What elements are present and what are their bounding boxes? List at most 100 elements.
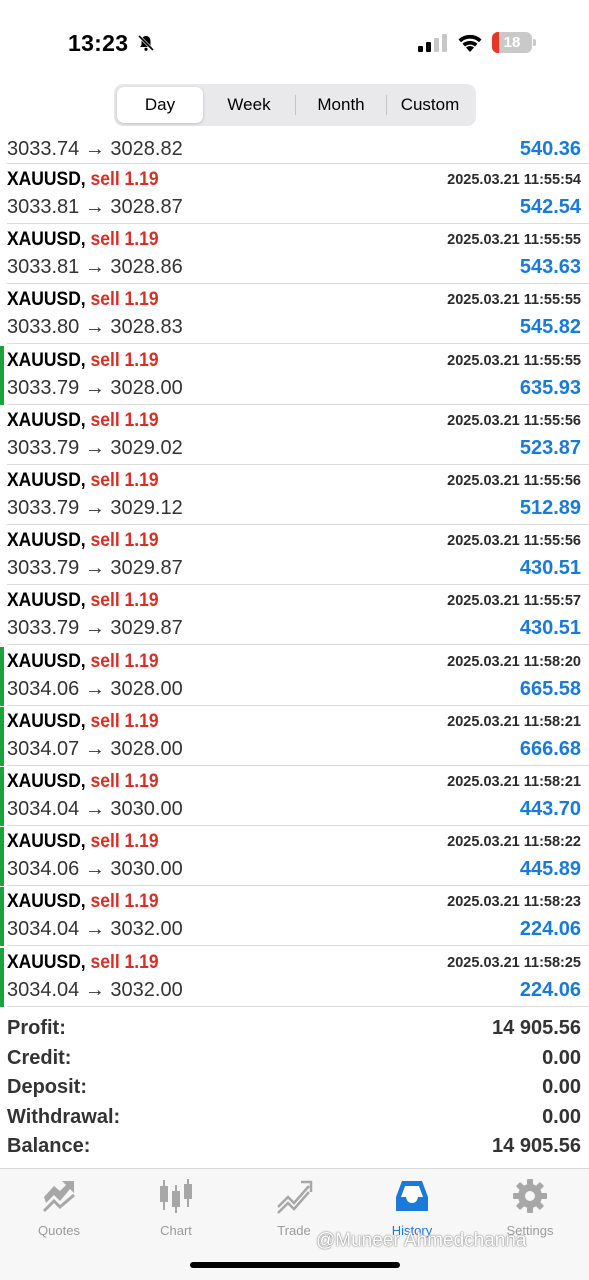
history-inbox-icon (396, 1181, 428, 1211)
deal-profit: 665.58 (519, 677, 581, 700)
status-bar: 13:23 18 (0, 0, 589, 84)
deal-prices: 3033.79 → 3029.87 (7, 557, 183, 580)
deal-profit: 666.68 (519, 737, 581, 760)
deal-row[interactable]: XAUUSD, sell 1.19 2025.03.21 11:58:20 3034… (0, 646, 589, 706)
deal-profit: 543.63 (519, 256, 581, 279)
symbol-name: XAUUSD, (7, 710, 86, 732)
battery-level-text: 18 (503, 34, 521, 51)
summary-label: Withdrawal: (7, 1105, 121, 1128)
symbol-name: XAUUSD, (7, 891, 86, 913)
deal-profit: 430.51 (519, 557, 581, 580)
deal-row[interactable]: XAUUSD, sell 1.19 2025.03.21 11:55:55 3033… (0, 224, 589, 285)
deal-row[interactable]: XAUUSD, sell 1.19 2025.03.21 11:55:57 3033… (0, 585, 589, 646)
deal-prices: 3033.79 → 3029.87 (7, 617, 183, 640)
deal-row[interactable]: XAUUSD, sell 1.19 2025.03.21 11:55:54 3033… (0, 164, 589, 224)
deal-prices: 3033.80 → 3028.83 (7, 316, 183, 339)
deal-side-volume: sell 1.19 (90, 650, 159, 672)
watermark-text: @Muneer Ahmedchanna (316, 1230, 527, 1251)
deal-time: 2025.03.21 11:55:54 (447, 172, 581, 188)
deal-row[interactable]: XAUUSD, sell 1.19 2025.03.21 11:55:56 3033… (0, 465, 589, 525)
symbol-name: XAUUSD, (7, 349, 86, 371)
summary-label: Balance: (7, 1135, 91, 1158)
tab-quotes[interactable]: Quotes (4, 1177, 114, 1239)
summary-value: 0.00 (542, 1046, 581, 1069)
deal-time: 2025.03.21 11:58:25 (447, 954, 581, 971)
summary-value: 0.00 (542, 1076, 581, 1099)
deal-profit: 512.89 (519, 497, 581, 519)
deal-prices: 3033.74 → 3028.82 (7, 138, 183, 160)
summary-balance: Balance: 14 905.56 (0, 1132, 589, 1162)
deal-side-volume: sell 1.19 (90, 831, 159, 853)
deal-symbol: XAUUSD, sell 1.19 (7, 530, 159, 552)
deal-profit: 443.70 (519, 798, 581, 820)
deal-row[interactable]: XAUUSD, sell 1.19 2025.03.21 11:55:55 3033… (0, 345, 589, 405)
deal-symbol: XAUUSD, sell 1.19 (7, 410, 159, 432)
deal-symbol: XAUUSD, sell 1.19 (7, 289, 159, 311)
summary-value: 0.00 (542, 1105, 581, 1128)
symbol-name: XAUUSD, (7, 530, 86, 552)
deal-profit: 224.06 (519, 918, 581, 941)
status-time: 13:23 (68, 30, 129, 56)
deal-time: 2025.03.21 11:55:55 (447, 232, 581, 249)
deal-time: 2025.03.21 11:58:21 (447, 774, 581, 790)
settings-gear-icon (513, 1179, 547, 1213)
deal-row[interactable]: XAUUSD, sell 1.19 2025.03.21 11:55:56 3033… (0, 405, 589, 465)
deal-row[interactable]: XAUUSD, sell 1.19 2025.03.21 11:58:23 3034… (0, 886, 589, 947)
summary-label: Deposit: (7, 1076, 87, 1099)
deal-symbol: XAUUSD, sell 1.19 (7, 891, 159, 913)
deal-side-volume: sell 1.19 (90, 229, 159, 251)
symbol-name: XAUUSD, (7, 650, 86, 672)
deal-symbol: XAUUSD, sell 1.19 (7, 590, 159, 612)
deal-prices: 3033.79 → 3029.12 (7, 497, 183, 519)
summary-withdrawal: Withdrawal: 0.00 (0, 1103, 589, 1133)
summary-value: 14 905.56 (492, 1017, 581, 1039)
deal-marker-bar (0, 706, 4, 766)
deal-time: 2025.03.21 11:58:23 (447, 894, 581, 911)
deal-marker-bar (0, 646, 4, 706)
deal-symbol: XAUUSD, sell 1.19 (7, 711, 159, 733)
deal-prices: 3034.06 → 3030.00 (7, 858, 183, 881)
deal-prices: 3033.81 → 3028.86 (7, 256, 183, 279)
deal-row[interactable]: XAUUSD, sell 1.19 2025.03.21 11:58:21 3034… (0, 706, 589, 766)
battery-body: 18 (492, 32, 532, 53)
row-separator (7, 1005, 589, 1007)
deal-profit: 523.87 (519, 436, 581, 459)
chart-candles-icon (160, 1179, 192, 1213)
battery-tip (533, 39, 536, 46)
deal-marker-bar (0, 887, 4, 947)
deal-time: 2025.03.21 11:55:56 (447, 412, 581, 429)
cellular-signal-icon (418, 34, 447, 52)
deal-profit: 445.89 (519, 858, 581, 881)
deal-time: 2025.03.21 11:55:56 (447, 473, 581, 489)
tab-label: Chart (160, 1223, 192, 1238)
deal-prices: 3033.81 → 3028.87 (7, 196, 183, 218)
battery-indicator: 18 (492, 32, 536, 53)
symbol-name: XAUUSD, (7, 409, 86, 431)
deal-row[interactable]: XAUUSD, sell 1.19 2025.03.21 11:58:25 3034… (0, 947, 589, 1007)
deal-marker-bar (0, 345, 4, 405)
deal-symbol: XAUUSD, sell 1.19 (7, 952, 159, 974)
tab-chart[interactable]: Chart (121, 1177, 231, 1239)
deal-marker-bar (0, 827, 4, 887)
deal-row[interactable]: XAUUSD, sell 1.19 2025.03.21 11:55:55 3033… (0, 284, 589, 345)
deal-prices: 3034.04 → 3030.00 (7, 798, 183, 820)
deal-marker-bar (0, 767, 4, 826)
deal-symbol: XAUUSD, sell 1.19 (7, 350, 159, 372)
symbol-name: XAUUSD, (7, 590, 86, 612)
deal-side-volume: sell 1.19 (90, 590, 159, 612)
deal-prices: 3034.04 → 3032.00 (7, 918, 183, 941)
deal-row[interactable]: XAUUSD, sell 1.19 2025.03.21 11:55:56 3033… (0, 525, 589, 586)
deal-row[interactable]: 3033.74 → 3028.82 540.36 (0, 106, 589, 164)
tab-label: Quotes (38, 1223, 80, 1238)
deal-row[interactable]: XAUUSD, sell 1.19 2025.03.21 11:58:22 3034… (0, 826, 589, 887)
deal-side-volume: sell 1.19 (90, 951, 159, 973)
deal-row[interactable]: XAUUSD, sell 1.19 2025.03.21 11:58:21 3034… (0, 766, 589, 826)
deal-prices: 3034.04 → 3032.00 (7, 978, 183, 1001)
deal-symbol: XAUUSD, sell 1.19 (7, 651, 159, 673)
deal-symbol: XAUUSD, sell 1.19 (7, 771, 159, 793)
symbol-name: XAUUSD, (7, 771, 86, 792)
deal-symbol: XAUUSD, sell 1.19 (7, 470, 159, 492)
home-indicator[interactable] (190, 1262, 400, 1268)
deal-profit: 430.51 (519, 617, 581, 640)
symbol-name: XAUUSD, (7, 951, 86, 973)
